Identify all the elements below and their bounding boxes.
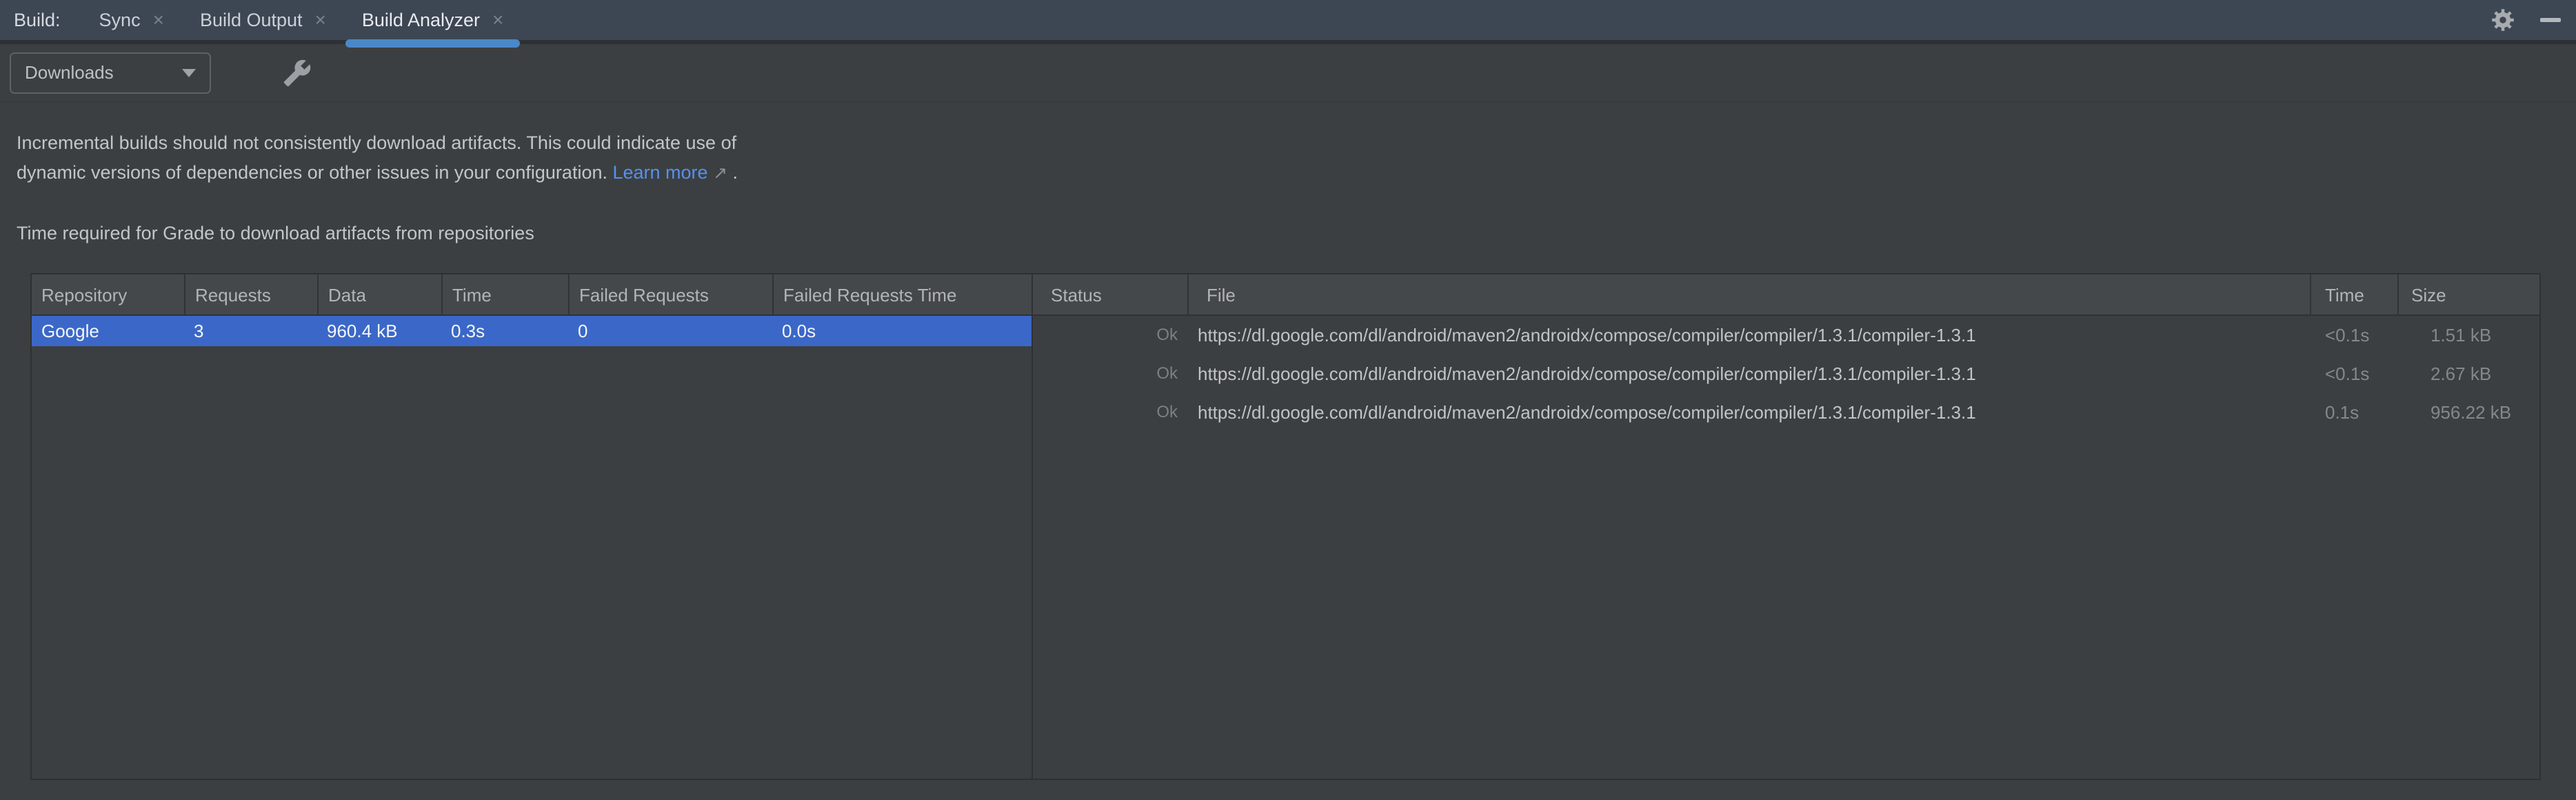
column-header-time[interactable]: Time (441, 274, 568, 316)
tool-window-title: Build: (14, 10, 61, 31)
view-mode-value: Downloads (25, 62, 114, 83)
column-header-time[interactable]: Time (2310, 274, 2397, 316)
request-time: 0.1s (2310, 402, 2397, 423)
file-url: https://dl.google.com/dl/android/maven2/… (1187, 325, 2310, 346)
status-badge: Ok (1033, 364, 1187, 383)
file-url: https://dl.google.com/dl/android/maven2/… (1187, 402, 2310, 423)
requests-table: Status File Time Size Ok https://dl.goog… (1033, 274, 2539, 779)
column-header-size[interactable]: Size (2397, 274, 2539, 316)
tab-build-analyzer[interactable]: Build Analyzer × (344, 0, 521, 42)
repositories-table-header: Repository Requests Data Time Failed Req… (32, 274, 1032, 316)
request-size: 956.22 kB (2397, 402, 2539, 423)
table-row[interactable]: Ok https://dl.google.com/dl/android/mave… (1033, 393, 2539, 432)
table-row[interactable]: Ok https://dl.google.com/dl/android/mave… (1033, 354, 2539, 393)
hide-tool-window-icon[interactable] (2540, 18, 2561, 22)
wrench-icon[interactable] (283, 59, 312, 88)
table-row[interactable]: Ok https://dl.google.com/dl/android/mave… (1033, 316, 2539, 354)
downloads-info-page: Incremental builds should not consistent… (0, 102, 2576, 780)
downloads-warning-text: Incremental builds should not consistent… (17, 128, 2576, 188)
build-analyzer-toolbar: Downloads (0, 44, 2576, 102)
column-header-failed-requests-time[interactable]: Failed Requests Time (772, 274, 1032, 316)
repositories-table: Repository Requests Data Time Failed Req… (32, 274, 1033, 779)
tab-label: Build Analyzer (362, 10, 480, 31)
close-icon[interactable]: × (492, 10, 503, 30)
tab-sync[interactable]: Sync × (81, 0, 182, 42)
tab-label: Build Output (200, 10, 303, 31)
request-size: 2.67 kB (2397, 363, 2539, 385)
request-time: <0.1s (2310, 325, 2397, 346)
tab-label: Sync (99, 10, 141, 31)
request-time: <0.1s (2310, 363, 2397, 385)
column-header-data[interactable]: Data (317, 274, 441, 316)
build-tool-window-bar: Build: Sync × Build Output × Build Analy… (0, 0, 2576, 44)
column-header-failed-requests[interactable]: Failed Requests (568, 274, 772, 316)
requests-table-header: Status File Time Size (1033, 274, 2539, 316)
tab-build-output[interactable]: Build Output × (182, 0, 344, 42)
section-title: Time required for Grade to download arti… (17, 223, 2576, 244)
column-header-file[interactable]: File (1187, 274, 2310, 316)
active-tab-indicator (345, 39, 520, 48)
table-row-google[interactable]: Google 3 960.4 kB 0.3s 0 0.0s (32, 316, 1032, 346)
status-badge: Ok (1033, 403, 1187, 422)
column-header-status[interactable]: Status (1033, 274, 1187, 316)
column-header-requests[interactable]: Requests (184, 274, 317, 316)
close-icon[interactable]: × (315, 10, 326, 30)
view-mode-dropdown[interactable]: Downloads (10, 52, 211, 94)
column-header-repository[interactable]: Repository (32, 274, 184, 316)
external-link-icon: ↗ (713, 163, 727, 183)
status-badge: Ok (1033, 326, 1187, 345)
close-icon[interactable]: × (153, 10, 164, 30)
gear-icon[interactable] (2491, 8, 2515, 32)
downloads-master-detail: Repository Requests Data Time Failed Req… (30, 273, 2541, 780)
file-url: https://dl.google.com/dl/android/maven2/… (1187, 363, 2310, 385)
learn-more-link[interactable]: Learn more (612, 162, 707, 183)
chevron-down-icon (182, 69, 196, 77)
request-size: 1.51 kB (2397, 325, 2539, 346)
